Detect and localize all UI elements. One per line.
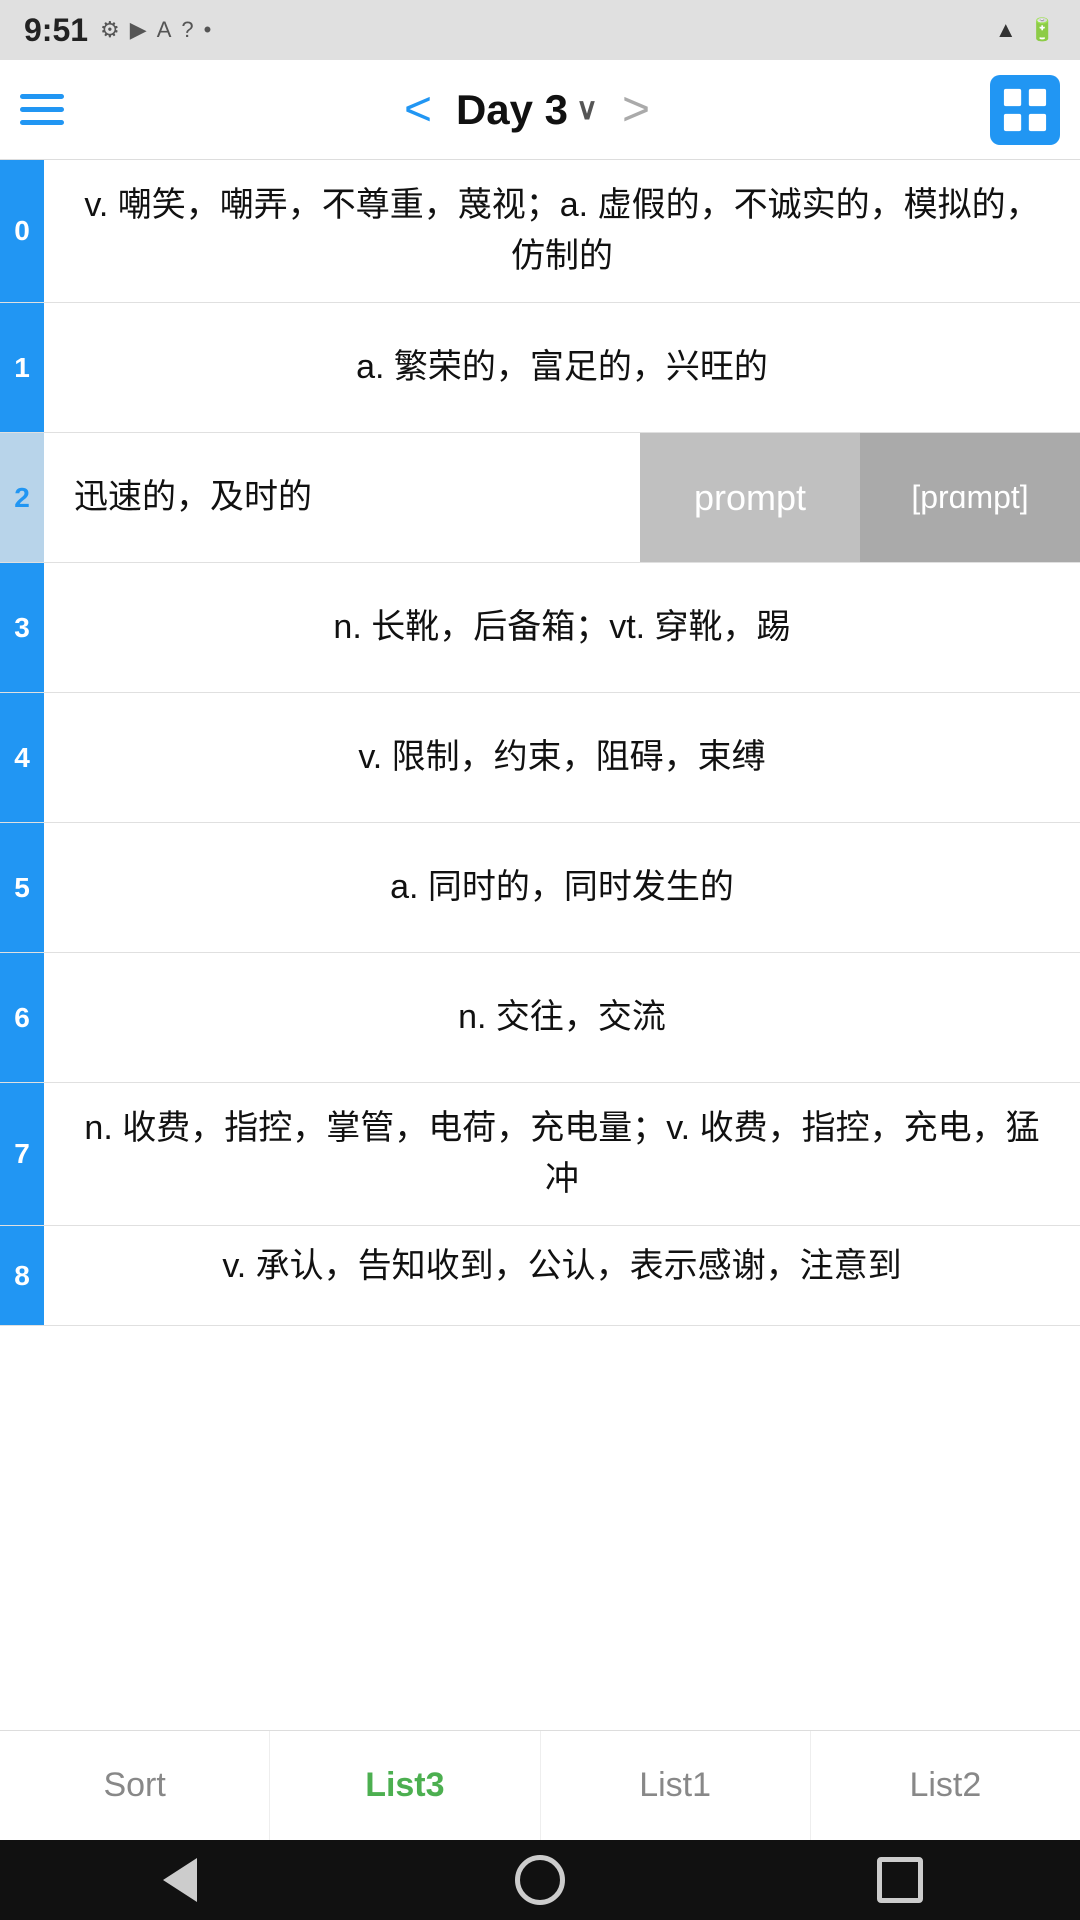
row-definition-6: n. 交往，交流 — [44, 953, 1080, 1082]
system-nav-bar — [0, 1840, 1080, 1920]
row-definition-7: n. 收费，指控，掌管，电荷，充电量；v. 收费，指控，充电，猛冲 — [44, 1083, 1080, 1225]
grid-view-button[interactable] — [990, 75, 1060, 145]
row-index-2: 2 — [0, 433, 44, 562]
word-row[interactable]: 8 v. 承认，告知收到，公认，表示感谢，注意到 — [0, 1226, 1080, 1326]
system-back-button[interactable] — [150, 1850, 210, 1910]
grid-icon — [1002, 87, 1048, 133]
a-icon: A — [157, 17, 172, 43]
next-button[interactable]: > — [622, 86, 650, 134]
row-definition-5: a. 同时的，同时发生的 — [44, 823, 1080, 952]
row-index-3: 3 — [0, 563, 44, 692]
wifi-icon: ? — [181, 17, 193, 43]
toolbar-center: < Day 3 ∨ > — [404, 86, 650, 134]
row-definition-1: a. 繁荣的，富足的，兴旺的 — [44, 303, 1080, 432]
popup-phonetic: [prɑmpt] — [860, 433, 1080, 562]
toolbar-left — [20, 94, 64, 125]
row-index-1: 1 — [0, 303, 44, 432]
hamburger-line-3 — [20, 120, 64, 125]
day-title-button[interactable]: Day 3 ∨ — [456, 86, 598, 134]
tab-list2[interactable]: List2 — [811, 1731, 1080, 1840]
tab-list3[interactable]: List3 — [270, 1731, 540, 1840]
word-row-popup[interactable]: 2 迅速的，及时的 prompt [prɑmpt] — [0, 433, 1080, 563]
row-index-5: 5 — [0, 823, 44, 952]
play-icon: ▶ — [130, 17, 147, 43]
bottom-tab-bar: Sort List3 List1 List2 — [0, 1730, 1080, 1840]
row-index-4: 4 — [0, 693, 44, 822]
word-row[interactable]: 6 n. 交往，交流 — [0, 953, 1080, 1083]
row-index-0: 0 — [0, 160, 44, 302]
status-icons: ⚙ ▶ A ? • — [100, 17, 211, 43]
hamburger-line-2 — [20, 107, 64, 112]
status-right: ▲ 🔋 — [995, 17, 1056, 43]
hamburger-line-1 — [20, 94, 64, 99]
toolbar: < Day 3 ∨ > — [0, 60, 1080, 160]
word-row[interactable]: 7 n. 收费，指控，掌管，电荷，充电量；v. 收费，指控，充电，猛冲 — [0, 1083, 1080, 1226]
day-title-text: Day 3 — [456, 86, 568, 134]
word-list: 0 v. 嘲笑，嘲弄，不尊重，蔑视；a. 虚假的，不诚实的，模拟的，仿制的 1 … — [0, 160, 1080, 1326]
system-home-button[interactable] — [510, 1850, 570, 1910]
word-row[interactable]: 4 v. 限制，约束，阻碍，束缚 — [0, 693, 1080, 823]
word-row[interactable]: 1 a. 繁荣的，富足的，兴旺的 — [0, 303, 1080, 433]
toolbar-right — [990, 75, 1060, 145]
popup-word: prompt — [640, 433, 860, 562]
signal-icon: ▲ — [995, 17, 1017, 43]
row-index-7: 7 — [0, 1083, 44, 1225]
row-index-8: 8 — [0, 1226, 44, 1325]
row-definition-4: v. 限制，约束，阻碍，束缚 — [44, 693, 1080, 822]
menu-button[interactable] — [20, 94, 64, 125]
tab-sort[interactable]: Sort — [0, 1731, 270, 1840]
status-bar: 9:51 ⚙ ▶ A ? • ▲ 🔋 — [0, 0, 1080, 60]
status-left: 9:51 ⚙ ▶ A ? • — [24, 12, 211, 49]
battery-icon: 🔋 — [1029, 17, 1056, 43]
word-row[interactable]: 5 a. 同时的，同时发生的 — [0, 823, 1080, 953]
system-recent-button[interactable] — [870, 1850, 930, 1910]
row-definition-3: n. 长靴，后备箱；vt. 穿靴，踢 — [44, 563, 1080, 692]
row-definition-8: v. 承认，告知收到，公认，表示感谢，注意到 — [44, 1226, 1080, 1306]
chevron-down-icon: ∨ — [576, 92, 598, 127]
row-index-6: 6 — [0, 953, 44, 1082]
tab-list1[interactable]: List1 — [541, 1731, 811, 1840]
popup-overlay: prompt [prɑmpt] — [640, 433, 1080, 562]
row-definition-0: v. 嘲笑，嘲弄，不尊重，蔑视；a. 虚假的，不诚实的，模拟的，仿制的 — [44, 160, 1080, 302]
word-row[interactable]: 0 v. 嘲笑，嘲弄，不尊重，蔑视；a. 虚假的，不诚实的，模拟的，仿制的 — [0, 160, 1080, 303]
status-time: 9:51 — [24, 12, 88, 49]
word-row[interactable]: 3 n. 长靴，后备箱；vt. 穿靴，踢 — [0, 563, 1080, 693]
prev-button[interactable]: < — [404, 86, 432, 134]
dot-icon: • — [204, 17, 212, 43]
settings-icon: ⚙ — [100, 17, 120, 43]
